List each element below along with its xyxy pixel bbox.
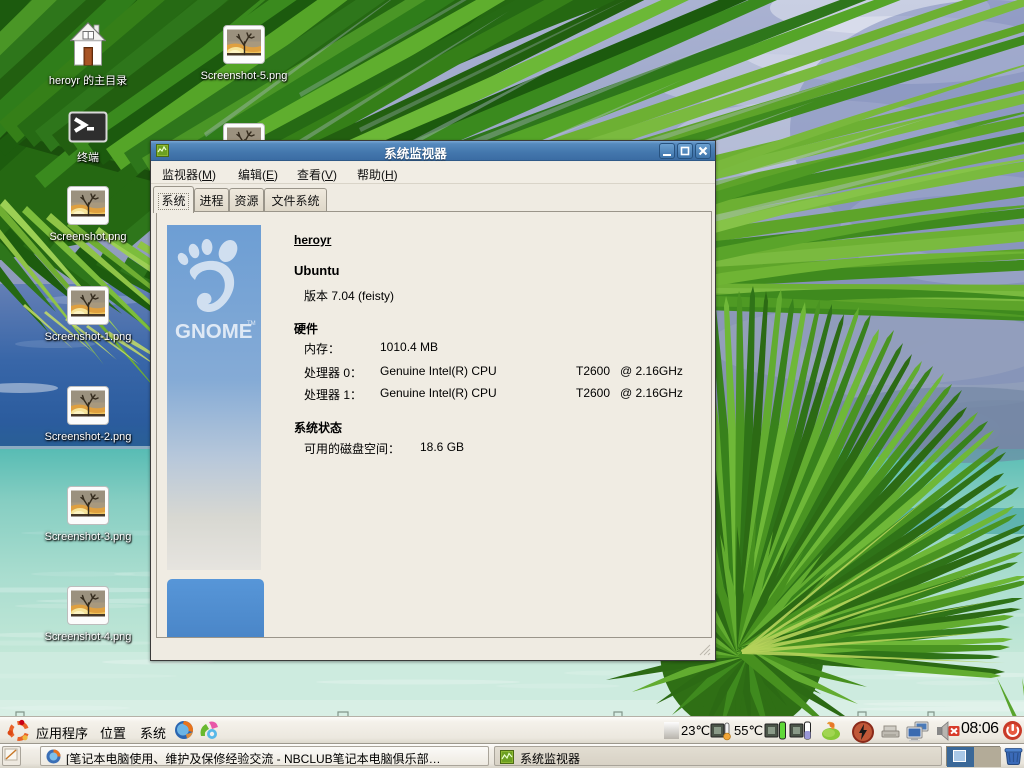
svg-text:GNOME: GNOME: [175, 320, 252, 343]
svg-text:TM: TM: [247, 321, 256, 327]
